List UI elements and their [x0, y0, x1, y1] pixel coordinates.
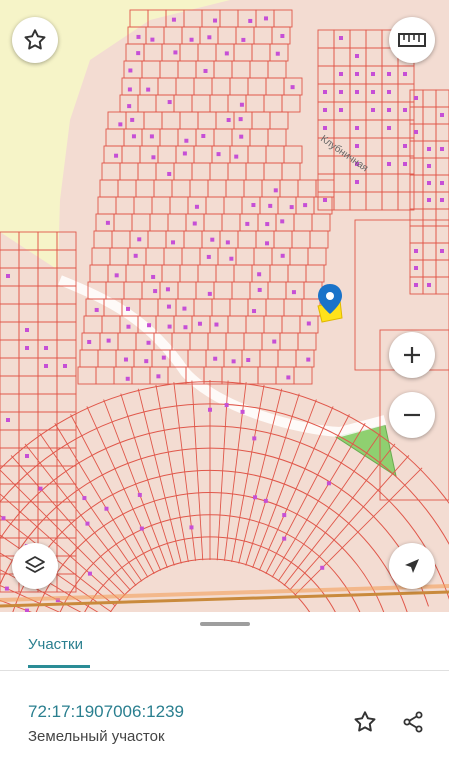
parcel-type: Земельный участок [28, 728, 165, 745]
map-view[interactable]: Клубничная [0, 0, 449, 612]
cadastral-map[interactable]: Клубничная [0, 0, 449, 612]
tab-parcels[interactable]: Участки [28, 636, 83, 653]
parcel-arcs [0, 380, 449, 612]
star-outline-icon [24, 29, 46, 50]
sheet-divider [0, 670, 449, 671]
zoom-out-button[interactable] [389, 392, 435, 438]
layers-icon [25, 556, 45, 573]
minus-icon [404, 413, 420, 417]
navigation-arrow-icon [405, 559, 419, 573]
my-location-button[interactable] [389, 543, 435, 589]
tab-indicator [28, 665, 90, 668]
favorite-button[interactable] [12, 17, 58, 63]
cadastral-number[interactable]: 72:17:1907006:1239 [28, 702, 184, 722]
bottom-sheet: Участки 72:17:1907006:1239 Земельный уча… [0, 612, 449, 767]
share-button[interactable] [397, 706, 429, 738]
ruler-button[interactable] [389, 17, 435, 63]
layers-button[interactable] [12, 543, 58, 589]
share-icon [403, 711, 423, 733]
star-outline-icon [354, 711, 376, 732]
ruler-icon [398, 33, 426, 47]
drag-handle[interactable] [200, 622, 250, 626]
street-label: Клубничная [318, 133, 370, 175]
zoom-in-button[interactable] [389, 332, 435, 378]
plus-icon [404, 347, 420, 363]
favorite-parcel-button[interactable] [349, 706, 381, 738]
